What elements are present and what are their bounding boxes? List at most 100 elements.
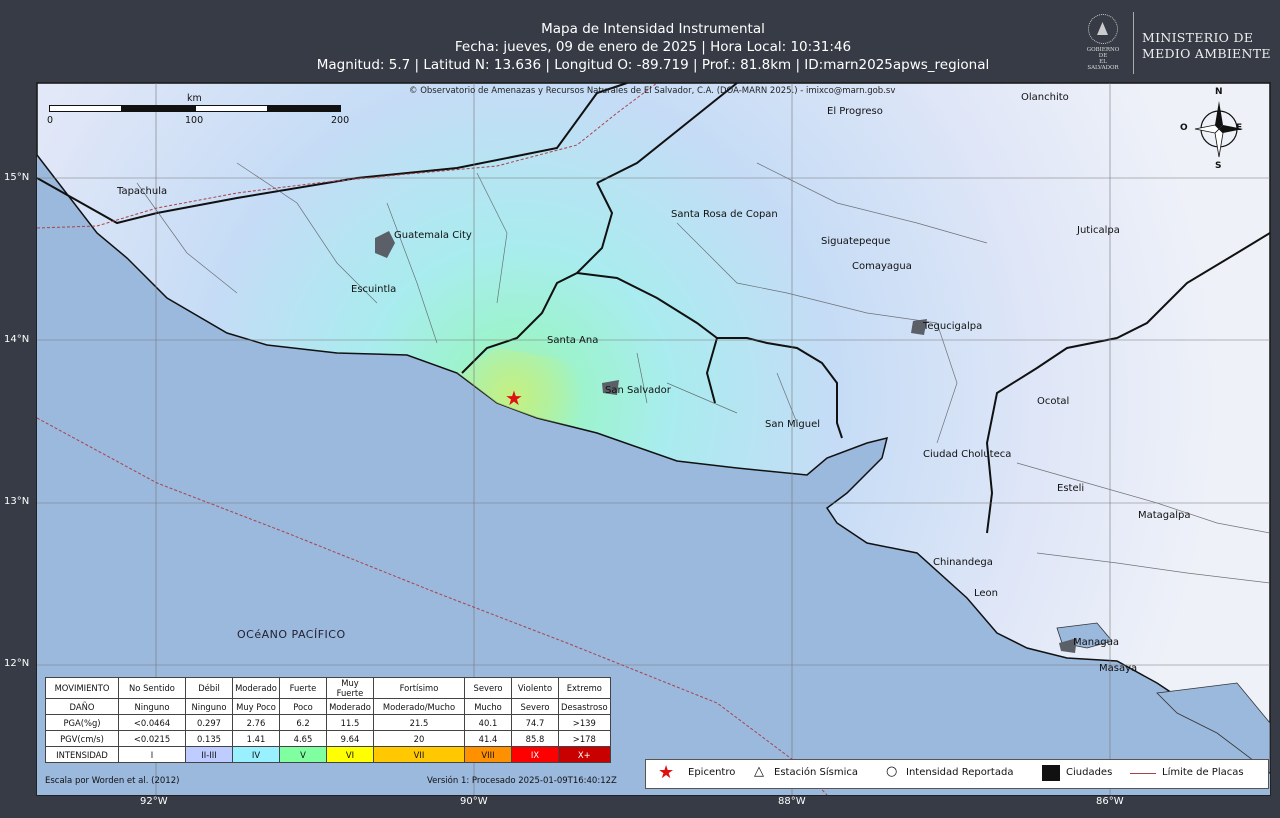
legend-cell: X+	[558, 746, 611, 763]
legend-cell: Débil	[185, 677, 233, 699]
scale-segment-2	[122, 105, 195, 112]
lon-tick: 92°W	[140, 796, 168, 807]
map-key: ★ Epicentro △ Estación Sísmica ○ Intensi…	[645, 759, 1269, 789]
legend-cell: IV	[232, 746, 280, 763]
city-label: Guatemala City	[394, 230, 472, 241]
seal-text-2: EL SALVADOR	[1087, 59, 1119, 71]
lat-tick: 12°N	[4, 658, 30, 669]
legend-cell: 6.2	[279, 714, 327, 731]
key-intensity-circle-icon: ○	[886, 764, 898, 779]
legend-cell: I	[118, 746, 186, 763]
scale-segment-3	[195, 105, 268, 112]
key-intensidad: Intensidad Reportada	[906, 767, 1014, 778]
lat-tick: 14°N	[4, 334, 30, 345]
legend-row-label: DAÑO	[45, 698, 119, 715]
map-title: Mapa de Intensidad Instrumental	[541, 21, 765, 37]
legend-row: INTENSIDAD I II-III IV V VI VII VIII IX X+	[45, 746, 611, 763]
city-label: Esteli	[1057, 483, 1085, 494]
city-label: Ciudad Choluteca	[923, 449, 1012, 460]
city-label: Tegucigalpa	[923, 321, 983, 332]
legend-cell: Violento	[511, 677, 559, 699]
ministry-name-line-1: MINISTERIO DE	[1142, 30, 1254, 45]
city-label: Escuintla	[351, 284, 397, 295]
lon-tick: 90°W	[460, 796, 488, 807]
legend-row: DAÑO Ninguno Ninguno Muy Poco Poco Moderado Mo…	[45, 698, 611, 715]
scale-segment-4	[268, 105, 341, 112]
legend-cell: Fuerte	[279, 677, 327, 699]
logo-divider	[1133, 12, 1134, 74]
legend-cell: VI	[326, 746, 374, 763]
legend-cell: No Sentido	[118, 677, 186, 699]
legend-cell: Ninguno	[185, 698, 233, 715]
legend-cell: Ninguno	[118, 698, 186, 715]
legend-cell: 9.64	[326, 730, 374, 747]
north-arrow-compass: N S E O	[1180, 87, 1244, 172]
city-label: Comayagua	[852, 261, 912, 272]
legend-cell: 1.41	[232, 730, 280, 747]
city-label: Tapachula	[117, 186, 168, 197]
key-epicenter-star-icon: ★	[658, 762, 675, 783]
legend-row: PGA(%g) <0.0464 0.297 2.76 6.2 11.5 21.5 40.1 74…	[45, 714, 611, 731]
lat-tick: 13°N	[4, 496, 30, 507]
scale-label-200: 200	[331, 115, 350, 126]
legend-row-label: MOVIMIENTO	[45, 677, 119, 699]
legend-row: PGV(cm/s) <0.0215 0.135 1.41 4.65 9.64 20 41.4 8…	[45, 730, 611, 747]
city-label: San Salvador	[605, 385, 671, 396]
intensity-map[interactable]: © Observatorio de Amenazas y Recursos Na…	[36, 82, 1271, 796]
ministry-name-line-2: MEDIO AMBIENTE	[1142, 46, 1271, 61]
legend-cell: Moderado/Mucho	[373, 698, 465, 715]
legend-row-label: INTENSIDAD	[45, 746, 119, 763]
legend-cell: Moderado	[326, 698, 374, 715]
legend-cell: Mucho	[464, 698, 512, 715]
legend-cell: Severo	[511, 698, 559, 715]
legend-cell: Poco	[279, 698, 327, 715]
legend-cell: IX	[511, 746, 559, 763]
scale-segment-1	[49, 105, 122, 112]
epicenter-star-icon[interactable]: ★	[505, 386, 523, 410]
legend-cell: 20	[373, 730, 465, 747]
scale-label-100: 100	[185, 115, 204, 126]
seal-text-1: GOBIERNO DE	[1086, 47, 1120, 59]
legend-cell: VII	[373, 746, 465, 763]
legend-cell: 85.8	[511, 730, 559, 747]
legend-cell: Moderado	[232, 677, 280, 699]
legend-cell: V	[279, 746, 327, 763]
ocean-label: OCéANO PACÍFICO	[237, 628, 346, 641]
legend-cell: VIII	[464, 746, 512, 763]
lon-tick: 88°W	[778, 796, 806, 807]
compass-south: S	[1215, 161, 1222, 171]
compass-east: E	[1236, 123, 1243, 133]
legend-cell: Extremo	[558, 677, 611, 699]
city-label: Siguatepeque	[821, 236, 891, 247]
key-plate-line-icon	[1130, 773, 1156, 774]
legend-cell: Muy Poco	[232, 698, 280, 715]
city-label: Santa Ana	[547, 335, 599, 346]
scale-reference: Escala por Worden et al. (2012)	[45, 776, 180, 786]
lat-tick: 15°N	[4, 172, 30, 183]
landmass	[37, 83, 1270, 775]
event-date-time: Fecha: jueves, 09 de enero de 2025 | Hor…	[454, 39, 852, 55]
key-estacion: Estación Sísmica	[774, 767, 858, 778]
legend-cell: >178	[558, 730, 611, 747]
city-label: Ocotal	[1037, 396, 1070, 407]
legend-cell: Desastroso	[558, 698, 611, 715]
legend-cell: 74.7	[511, 714, 559, 731]
legend-cell: 2.76	[232, 714, 280, 731]
seal-emblem-icon	[1088, 14, 1118, 44]
key-placas: Límite de Placas	[1162, 767, 1244, 778]
city-label: Juticalpa	[1077, 225, 1120, 236]
legend-cell: Fortísimo	[373, 677, 465, 699]
map-copyright: © Observatorio de Amenazas y Recursos Na…	[409, 86, 896, 96]
lon-tick: 86°W	[1096, 796, 1124, 807]
scale-unit: km	[187, 93, 202, 104]
legend-row: MOVIMIENTO No Sentido Débil Moderado Fuerte M…	[45, 677, 611, 699]
ministry-name: MINISTERIO DE MEDIO AMBIENTE	[1142, 30, 1271, 62]
city-label: Masaya	[1099, 663, 1138, 674]
legend-cell: Muy Fuerte	[326, 677, 374, 699]
city-label: Olanchito	[1021, 92, 1069, 103]
legend-cell: >139	[558, 714, 611, 731]
city-label: Leon	[974, 588, 999, 599]
intensity-legend-table: MOVIMIENTO No Sentido Débil Moderado Fuerte M…	[45, 677, 611, 763]
compass-north: N	[1215, 87, 1223, 97]
key-epicentro: Epicentro	[688, 767, 736, 778]
